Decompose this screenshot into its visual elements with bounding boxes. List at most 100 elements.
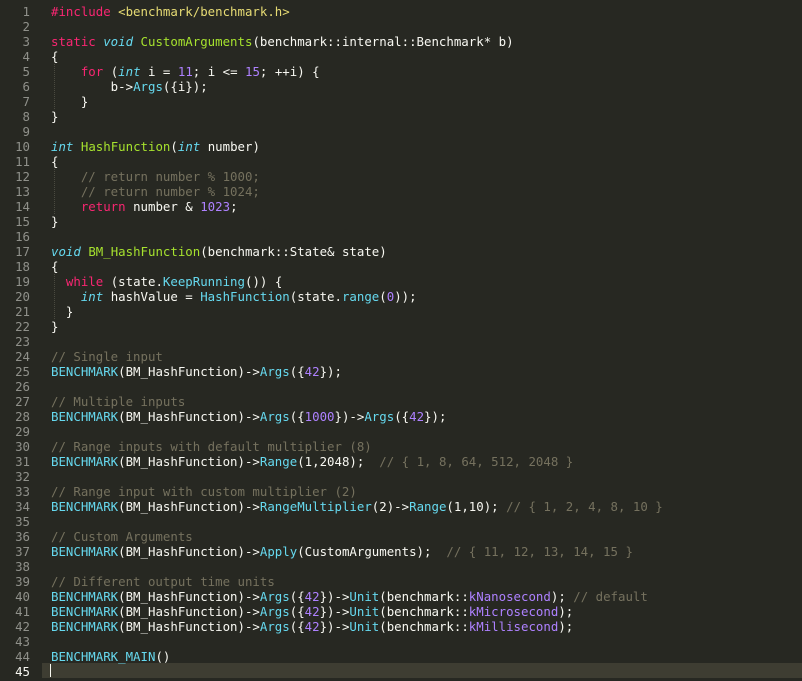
line-number: 31	[0, 454, 30, 469]
code-token-support: RangeMultiplier	[260, 499, 372, 514]
code-line[interactable]: BENCHMARK(BM_HashFunction)->Args({1000})…	[51, 409, 446, 424]
code-line[interactable]: static void CustomArguments(benchmark::i…	[51, 34, 514, 49]
code-line[interactable]: BENCHMARK(BM_HashFunction)->RangeMultipl…	[51, 499, 663, 514]
code-line[interactable]: BENCHMARK(BM_HashFunction)->Range(1,2048…	[51, 454, 573, 469]
line-number: 42	[0, 619, 30, 634]
code-token-plain	[51, 289, 81, 304]
code-line[interactable]: BENCHMARK(BM_HashFunction)->Args({42})->…	[51, 589, 648, 604]
code-token-plain: ({	[290, 619, 305, 634]
code-token-plain: (2)->	[372, 499, 409, 514]
code-token-plain: (CustomArguments);	[297, 544, 446, 559]
code-token-plain: ({	[290, 364, 305, 379]
code-token-plain	[51, 274, 66, 289]
code-token-plain	[51, 169, 81, 184]
code-token-keyword: for	[81, 64, 103, 79]
code-token-plain: })->	[335, 409, 365, 424]
code-line[interactable]: #include <benchmark/benchmark.h>	[51, 4, 290, 19]
code-line[interactable]: while (state.KeepRunning()) {	[51, 274, 282, 289]
code-token-plain: {	[51, 259, 58, 274]
code-token-plain: hashValue =	[103, 289, 200, 304]
line-number: 8	[0, 109, 30, 124]
code-line[interactable]: // Range inputs with default multiplier …	[51, 439, 372, 454]
code-token-support: Args	[133, 79, 163, 94]
code-token-plain: (	[170, 139, 177, 154]
code-line[interactable]: }	[51, 94, 88, 109]
line-number: 1	[0, 4, 30, 19]
code-line[interactable]: b->Args({i});	[51, 79, 208, 94]
code-line[interactable]: // Custom Arguments	[51, 529, 193, 544]
code-editor[interactable]: 1234567891011121314151617181920212223242…	[0, 0, 802, 681]
line-number: 32	[0, 469, 30, 484]
code-token-plain	[51, 199, 81, 214]
code-token-number: kMillisecond	[469, 619, 559, 634]
code-token-support: range	[342, 289, 379, 304]
code-token-plain: (	[103, 64, 118, 79]
code-line[interactable]: BENCHMARK(BM_HashFunction)->Args({42})->…	[51, 604, 573, 619]
code-token-plain: })->	[320, 604, 350, 619]
code-token-string: <benchmark/benchmark.h>	[118, 4, 290, 19]
code-line[interactable]: {	[51, 49, 58, 64]
code-line[interactable]: }	[51, 304, 73, 319]
code-token-number: 42	[305, 589, 320, 604]
code-token-comment: // Range inputs with default multiplier …	[51, 439, 372, 454]
code-token-plain: (	[379, 289, 386, 304]
code-token-plain: (BM_HashFunction)->	[118, 544, 260, 559]
line-number: 18	[0, 259, 30, 274]
code-token-storage: int	[81, 289, 103, 304]
code-token-plain: (benchmark::	[379, 619, 469, 634]
code-line[interactable]: BENCHMARK(BM_HashFunction)->Args({42});	[51, 364, 342, 379]
code-token-plain: (state.	[290, 289, 342, 304]
code-line[interactable]: int hashValue = HashFunction(state.range…	[51, 289, 417, 304]
code-token-support: Apply	[260, 544, 297, 559]
code-line[interactable]: // return number % 1024;	[51, 184, 260, 199]
code-line[interactable]: // Single input	[51, 349, 163, 364]
code-token-support: Unit	[349, 619, 379, 634]
code-line[interactable]: // Range input with custom multiplier (2…	[51, 484, 357, 499]
line-number-gutter[interactable]: 1234567891011121314151617181920212223242…	[0, 0, 42, 681]
code-line[interactable]: int HashFunction(int number)	[51, 139, 260, 154]
line-number: 26	[0, 379, 30, 394]
code-line[interactable]: }	[51, 214, 58, 229]
code-line[interactable]: BENCHMARK(BM_HashFunction)->Apply(Custom…	[51, 544, 633, 559]
code-token-plain: ; ++i) {	[260, 64, 320, 79]
code-line[interactable]: BENCHMARK(BM_HashFunction)->Args({42})->…	[51, 619, 573, 634]
code-token-support: Args	[260, 409, 290, 424]
line-number: 3	[0, 34, 30, 49]
code-token-plain: (1,2048);	[297, 454, 379, 469]
line-number: 30	[0, 439, 30, 454]
code-token-support: BENCHMARK_MAIN	[51, 649, 155, 664]
code-line[interactable]: }	[51, 109, 58, 124]
code-token-support: Range	[260, 454, 297, 469]
code-line[interactable]: // Multiple inputs	[51, 394, 185, 409]
code-token-support: BENCHMARK	[51, 544, 118, 559]
code-token-plain: (benchmark::	[379, 589, 469, 604]
line-number: 6	[0, 79, 30, 94]
code-token-keyword: while	[66, 274, 103, 289]
code-token-plain: );	[558, 619, 573, 634]
line-number: 7	[0, 94, 30, 109]
code-line[interactable]: {	[51, 154, 58, 169]
code-token-plain: });	[424, 409, 446, 424]
code-line[interactable]: return number & 1023;	[51, 199, 238, 214]
code-token-number: kNanosecond	[469, 589, 551, 604]
code-line[interactable]: void BM_HashFunction(benchmark::State& s…	[51, 244, 387, 259]
code-token-plain: }	[51, 214, 58, 229]
code-token-storage: void	[103, 34, 133, 49]
code-token-support: Args	[260, 619, 290, 634]
line-number: 45	[0, 664, 30, 679]
code-line[interactable]: }	[51, 319, 58, 334]
line-number: 41	[0, 604, 30, 619]
code-line[interactable]: {	[51, 259, 58, 274]
code-token-comment: // return number % 1000;	[81, 169, 260, 184]
code-token-plain: (benchmark::internal::Benchmark* b)	[252, 34, 513, 49]
code-line[interactable]: // Different output time units	[51, 574, 275, 589]
code-line[interactable]: for (int i = 11; i <= 15; ++i) {	[51, 64, 320, 79]
code-token-support: BENCHMARK	[51, 589, 118, 604]
code-token-comment: // Range input with custom multiplier (2…	[51, 484, 357, 499]
code-token-support: BENCHMARK	[51, 454, 118, 469]
code-line[interactable]: BENCHMARK_MAIN()	[51, 649, 170, 664]
code-token-support: Unit	[349, 589, 379, 604]
code-token-plain: });	[320, 364, 342, 379]
code-token-support: BENCHMARK	[51, 619, 118, 634]
code-line[interactable]: // return number % 1000;	[51, 169, 260, 184]
